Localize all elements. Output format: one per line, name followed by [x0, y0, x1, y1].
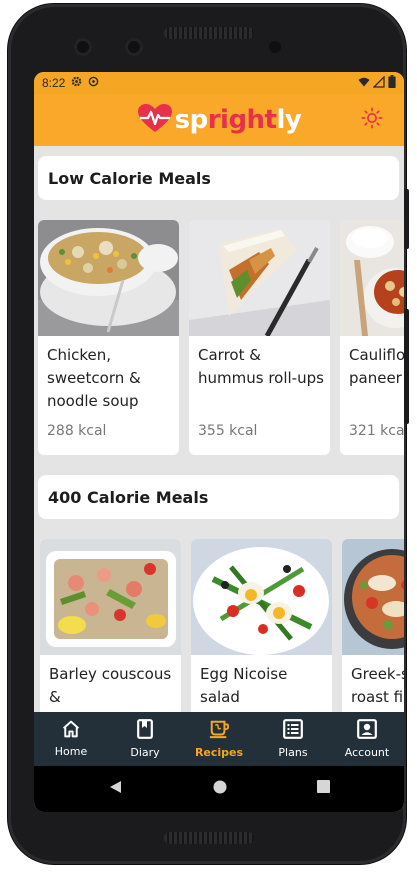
earpiece-speaker [164, 27, 254, 39]
recipe-image [342, 539, 404, 655]
recipe-title: Barley couscous & [49, 665, 172, 706]
nav-label: Recipes [194, 746, 244, 759]
recipe-card[interactable]: Barley couscous & [40, 539, 181, 712]
cell-signal-icon [372, 74, 385, 91]
recipe-title: Greek-style roast fish [351, 665, 404, 706]
volume-button [404, 189, 409, 249]
status-time: 8:22 [42, 76, 66, 90]
front-camera-secondary [125, 38, 143, 56]
plans-icon [283, 719, 303, 742]
home-circle-icon[interactable] [213, 780, 227, 799]
section-header: 400 Calorie Meals [38, 475, 399, 519]
recipe-kcal: 288 kcal [47, 423, 107, 439]
recipe-title: Cauliflower paneer curry [349, 346, 404, 387]
recipe-title: Chicken, sweetcorn & noodle soup [47, 346, 141, 410]
nav-label: Account [344, 746, 390, 759]
nav-account[interactable]: Account [330, 712, 404, 766]
wifi-icon [358, 76, 370, 91]
recipe-image [191, 539, 332, 655]
back-icon[interactable] [109, 780, 123, 799]
nav-home[interactable]: Home [34, 712, 108, 766]
logo-text: sprightly [175, 105, 302, 135]
screen: 8:22 sprightly Low Calorie Meals Chicken… [34, 72, 404, 812]
nav-plans[interactable]: Plans [256, 712, 330, 766]
sun-icon [361, 107, 383, 134]
recipe-card[interactable]: Carrot & hummus roll-ups 355 kcal [189, 220, 330, 455]
recipe-image [38, 220, 179, 336]
theme-toggle-button[interactable] [360, 107, 384, 134]
recipe-card[interactable]: Greek-style roast fish [342, 539, 404, 712]
recents-square-icon[interactable] [316, 780, 330, 798]
nav-label: Home [54, 745, 88, 758]
recipe-image [189, 220, 330, 336]
front-camera [74, 38, 92, 56]
recipe-card[interactable]: Cauliflower paneer curry 321 kcal [340, 220, 404, 455]
account-icon [357, 719, 377, 742]
bottom-navigation: Home Diary Recipes Plans Account [34, 712, 404, 766]
recipe-title: Egg Nicoise salad [200, 665, 288, 706]
bottom-speaker [164, 832, 254, 844]
recipe-card[interactable]: Chicken, sweetcorn & noodle soup 288 kca… [38, 220, 179, 455]
nav-recipes[interactable]: Recipes [182, 712, 256, 766]
system-navigation-bar [34, 766, 404, 812]
recipe-kcal: 321 kcal [349, 423, 404, 439]
power-button [404, 309, 409, 424]
recipes-icon [208, 719, 230, 742]
nav-diary[interactable]: Diary [108, 712, 182, 766]
nav-label: Plans [278, 746, 308, 759]
logo-text-part: ly [276, 105, 302, 135]
home-icon [61, 720, 81, 741]
settings-gear-icon [71, 76, 82, 90]
proximity-sensor [269, 41, 281, 53]
nav-label: Diary [130, 746, 160, 759]
logo-text-part: sp [174, 105, 209, 135]
recipes-content[interactable]: Low Calorie Meals Chicken, sweetcorn & n… [34, 146, 404, 712]
recipe-title: Carrot & hummus roll-ups [198, 346, 324, 387]
recipe-kcal: 355 kcal [198, 423, 258, 439]
section-header: Low Calorie Meals [38, 156, 399, 200]
sprightly-logo: sprightly [137, 103, 302, 138]
status-bar: 8:22 [34, 72, 404, 94]
sync-icon [88, 76, 99, 90]
recipe-card[interactable]: Egg Nicoise salad [191, 539, 332, 712]
app-bar: sprightly [34, 94, 404, 146]
logo-text-part: right [207, 105, 277, 135]
heart-pulse-icon [137, 103, 173, 138]
phone-frame: 8:22 sprightly Low Calorie Meals Chicken… [8, 4, 409, 864]
recipe-image [40, 539, 181, 655]
battery-icon [388, 75, 396, 91]
diary-icon [137, 719, 153, 742]
recipe-image [340, 220, 404, 336]
